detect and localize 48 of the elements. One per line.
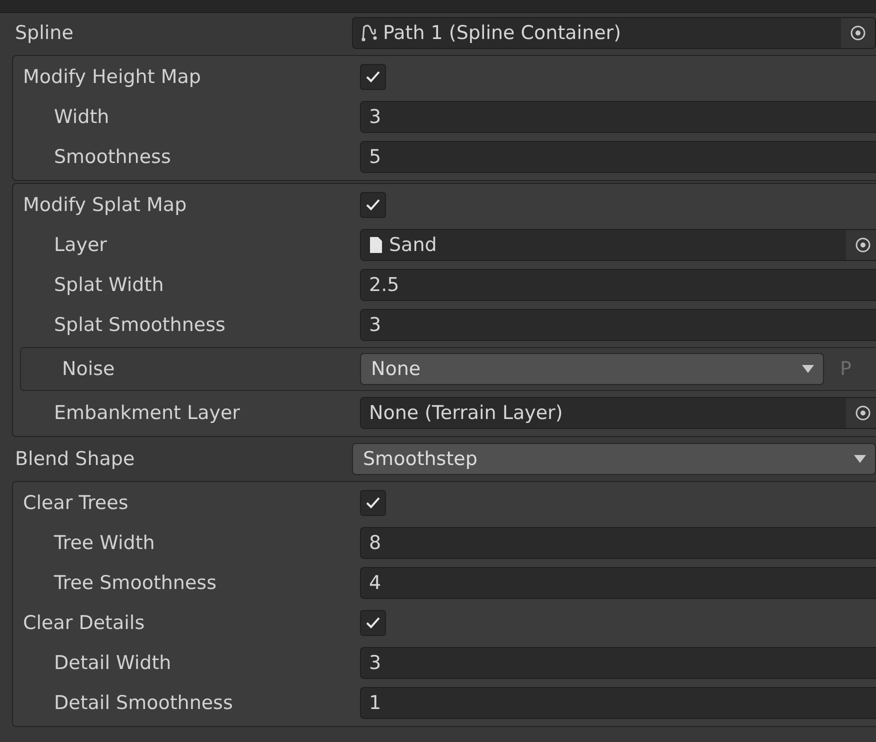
checkmark-icon <box>365 198 381 212</box>
field-label: Tree Width <box>53 532 156 554</box>
object-field[interactable]: Sand <box>360 229 876 261</box>
spline-path-icon <box>361 24 377 42</box>
field-label: Splat Width <box>53 274 165 296</box>
object-field[interactable]: Path 1 (Spline Container) <box>352 17 876 49</box>
field-label: Width <box>53 106 110 128</box>
dropdown[interactable]: None <box>360 353 824 385</box>
field-label: Smoothness <box>53 146 172 168</box>
field-label: Blend Shape <box>14 448 136 470</box>
checkmark-icon <box>365 70 381 84</box>
number-field[interactable]: 3 <box>360 647 876 679</box>
field-label: Detail Width <box>53 652 172 674</box>
dropdown[interactable]: Smoothstep <box>352 443 876 475</box>
object-picker-button[interactable] <box>846 398 876 428</box>
object-field[interactable]: None (Terrain Layer) <box>360 397 876 429</box>
target-icon <box>850 25 866 41</box>
checkmark-icon <box>365 616 381 630</box>
field-label: Embankment Layer <box>53 402 241 424</box>
field-label: Detail Smoothness <box>53 692 234 714</box>
field-label: Splat Smoothness <box>53 314 226 336</box>
checkbox[interactable] <box>360 610 386 636</box>
checkbox[interactable] <box>360 64 386 90</box>
field-label: Tree Smoothness <box>53 572 218 594</box>
number-field[interactable]: 1 <box>360 687 876 719</box>
checkbox[interactable] <box>360 192 386 218</box>
target-icon <box>855 405 871 421</box>
number-field[interactable]: 2.5 <box>360 269 876 301</box>
number-field[interactable]: 8 <box>360 527 876 559</box>
object-picker-button[interactable] <box>846 230 876 260</box>
number-field[interactable]: 5 <box>360 141 876 173</box>
caret-icon <box>853 454 867 464</box>
number-field[interactable]: 3 <box>360 309 876 341</box>
field-label: Noise <box>61 358 116 380</box>
checkbox[interactable] <box>360 490 386 516</box>
number-field[interactable]: 4 <box>360 567 876 599</box>
field-label: Modify Height Map <box>22 66 202 88</box>
field-label: Spline <box>14 22 74 44</box>
object-picker-button[interactable] <box>841 18 875 48</box>
document-icon <box>369 236 383 254</box>
field-label: Clear Trees <box>22 492 130 514</box>
target-icon <box>855 237 871 253</box>
field-label: Clear Details <box>22 612 146 634</box>
caret-icon <box>801 364 815 374</box>
number-field[interactable]: 3 <box>360 101 876 133</box>
field-label: Layer <box>53 234 108 256</box>
field-label: Modify Splat Map <box>22 194 188 216</box>
checkmark-icon <box>365 496 381 510</box>
